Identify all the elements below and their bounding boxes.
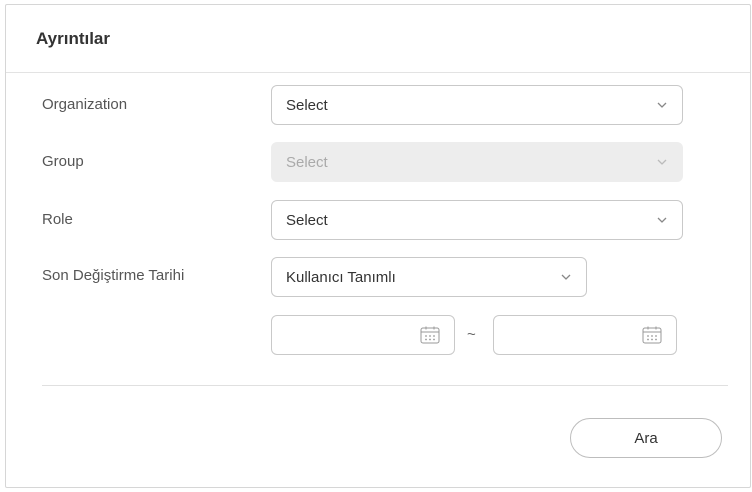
chevron-down-icon: [560, 271, 572, 283]
organization-select-value: Select: [286, 96, 328, 114]
date-range-select[interactable]: Kullanıcı Tanımlı: [271, 257, 587, 297]
role-select-value: Select: [286, 211, 328, 229]
chevron-down-icon: [656, 214, 668, 226]
divider: [42, 385, 728, 386]
panel-header: Ayrıntılar: [6, 5, 750, 73]
date-range-select-value: Kullanıcı Tanımlı: [286, 268, 396, 286]
group-label: Group: [42, 153, 84, 170]
panel-title: Ayrıntılar: [36, 28, 111, 48]
group-select: Select: [271, 142, 683, 182]
organization-select[interactable]: Select: [271, 85, 683, 125]
group-select-value: Select: [286, 153, 328, 171]
chevron-down-icon: [656, 156, 668, 168]
organization-label: Organization: [42, 96, 128, 113]
start-date-input[interactable]: [271, 315, 455, 355]
chevron-down-icon: [656, 99, 668, 111]
role-select[interactable]: Select: [271, 200, 683, 240]
details-panel: Ayrıntılar Organization Select Group Sel…: [5, 4, 751, 488]
search-button[interactable]: Ara: [570, 418, 722, 458]
last-modified-label: Son Değiştirme Tarihi: [42, 267, 185, 284]
end-date-input[interactable]: [493, 315, 677, 355]
calendar-icon[interactable]: [420, 326, 440, 349]
calendar-icon[interactable]: [642, 326, 662, 349]
role-label: Role: [42, 211, 73, 228]
date-range-separator: ~: [467, 326, 476, 343]
